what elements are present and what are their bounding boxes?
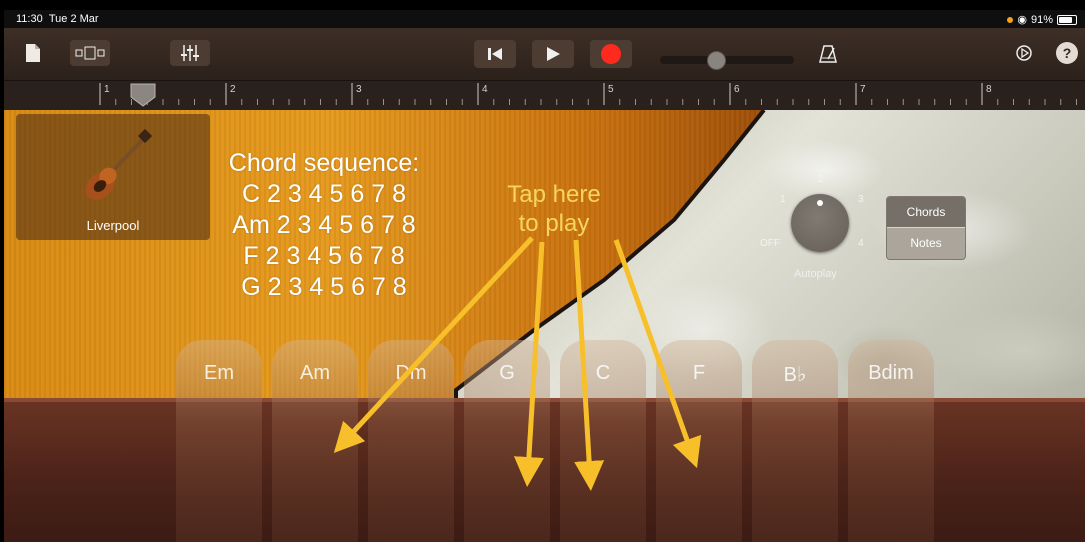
ruler-bar-number: 5 <box>608 84 614 95</box>
view-toggle-icon[interactable] <box>70 40 110 66</box>
ruler-bar-number: 3 <box>356 84 362 95</box>
chord-strip[interactable]: Bdim <box>848 340 934 542</box>
autoplay-pos-4: 4 <box>858 238 864 249</box>
mixer-icon[interactable] <box>170 40 210 66</box>
record-button[interactable] <box>590 40 632 68</box>
autoplay-control: 2 1 3 OFF 4 Autoplay <box>756 170 886 290</box>
chord-strip[interactable]: B♭ <box>752 340 838 542</box>
chord-sequence-annotation: Chord sequence: C 2 3 4 5 6 7 8 Am 2 3 4… <box>194 148 454 303</box>
metronome-icon[interactable] <box>816 42 840 66</box>
battery-icon <box>1057 14 1077 25</box>
playhead-icon[interactable] <box>130 83 156 107</box>
sequence-line-g: G 2 3 4 5 6 7 8 <box>241 273 407 301</box>
chord-label: F <box>692 362 706 384</box>
document-icon[interactable] <box>22 42 44 64</box>
chord-strip[interactable]: Dm <box>368 340 454 542</box>
status-bar: 11:30 Tue 2 Mar ◉ 91% <box>4 10 1085 28</box>
autoplay-pos-off: OFF <box>760 238 780 249</box>
smart-guitar-stage: Liverpool Chord sequence: C 2 3 4 5 6 7 … <box>4 110 1085 542</box>
rewind-button[interactable] <box>474 40 516 68</box>
chord-label: Bdim <box>868 362 914 384</box>
tap-line-1: Tap here <box>507 181 601 208</box>
chord-strip[interactable]: Em <box>176 340 262 542</box>
ruler-ticks <box>99 83 1077 105</box>
sequence-title: Chord sequence: <box>228 149 420 177</box>
orange-dot-icon <box>1007 16 1014 23</box>
chord-strip[interactable]: F <box>656 340 742 542</box>
status-time: 11:30 Tue 2 Mar <box>16 13 99 25</box>
autoplay-pos-3: 3 <box>858 194 864 205</box>
chord-label: Dm <box>395 362 427 384</box>
ruler-bar-number: 8 <box>986 84 992 95</box>
settings-icon[interactable] <box>1012 41 1036 65</box>
chord-label: C <box>595 362 611 384</box>
ruler-bar-number: 4 <box>482 84 488 95</box>
chord-strip[interactable]: G <box>464 340 550 542</box>
timeline-ruler[interactable]: 1 2 3 4 5 6 7 8 <box>4 80 1085 111</box>
toolbar: ? <box>4 28 1085 80</box>
autoplay-pos-2: 2 <box>818 174 824 185</box>
bass-guitar-icon <box>85 128 153 200</box>
chord-label: B♭ <box>783 364 807 386</box>
play-icon <box>547 47 560 61</box>
ruler-bar-number: 6 <box>734 84 740 95</box>
tap-line-2: to play <box>518 210 590 237</box>
garageband-app: 11:30 Tue 2 Mar ◉ 91% ? 1 2 3 4 5 6 7 8 … <box>4 10 1085 542</box>
chord-label: G <box>499 362 515 384</box>
ruler-bar-number: 7 <box>860 84 866 95</box>
record-icon <box>601 44 621 64</box>
autoplay-label: Autoplay <box>794 268 837 280</box>
chord-strip[interactable]: C <box>560 340 646 542</box>
chord-strip[interactable]: Am <box>272 340 358 542</box>
play-button[interactable] <box>532 40 574 68</box>
ruler-bar-number: 1 <box>104 84 110 95</box>
notes-option[interactable]: Notes <box>887 228 965 258</box>
chords-option[interactable]: Chords <box>887 197 965 228</box>
autoplay-pos-1: 1 <box>780 194 786 205</box>
instrument-name: Liverpool <box>86 218 140 233</box>
sequence-line-am: Am 2 3 4 5 6 7 8 <box>232 211 416 239</box>
sequence-line-f: F 2 3 4 5 6 7 8 <box>243 242 405 270</box>
ruler-bar-number: 2 <box>230 84 236 95</box>
battery-percent: 91% <box>1030 13 1053 26</box>
volume-knob[interactable] <box>707 51 727 70</box>
instrument-selector[interactable]: Liverpool <box>16 114 210 240</box>
autoplay-knob[interactable] <box>791 194 849 252</box>
tap-here-annotation: Tap here to play <box>480 180 628 238</box>
wifi-icon: ◉ <box>1017 14 1027 26</box>
rewind-icon <box>488 48 502 60</box>
chord-label: Em <box>204 362 234 384</box>
master-volume-slider[interactable] <box>660 51 794 70</box>
chord-label: Am <box>300 362 330 384</box>
sequence-line-c: C 2 3 4 5 6 7 8 <box>241 180 406 208</box>
help-icon[interactable]: ? <box>1056 42 1078 64</box>
chords-notes-toggle[interactable]: Chords Notes <box>886 196 966 260</box>
status-right: ◉ 91% <box>1007 13 1077 26</box>
